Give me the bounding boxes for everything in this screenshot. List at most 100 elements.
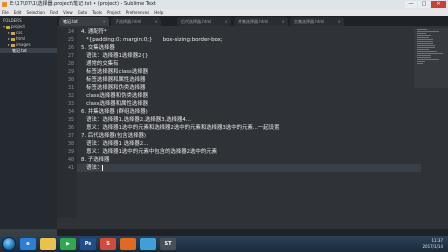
code-line[interactable]: 标签选择器和属性选择器	[77, 76, 421, 84]
taskbar-app-red[interactable]: S	[100, 238, 116, 250]
sidebar-item-images[interactable]: ▸ images	[8, 42, 31, 47]
chevron-down-icon: ▾	[3, 24, 6, 29]
chevron-right-icon: ▸	[8, 36, 11, 41]
menu-help[interactable]: Help	[154, 9, 163, 16]
code-line[interactable]: 通常的交集有	[77, 60, 421, 68]
close-tab-icon[interactable]: ×	[338, 17, 341, 26]
line-number: 29	[67, 69, 74, 75]
code-line[interactable]: 意义：选择器1选中的元素和选择器2选中的元素和选择器3选中的元素...一起设置	[77, 124, 421, 132]
maximize-button[interactable]: □	[418, 1, 430, 8]
code-line[interactable]: 7. 后代选择器(包含选择器)	[77, 132, 421, 140]
chevron-right-icon: ▸	[8, 30, 11, 35]
sidebar-item-label: 笔记.txt	[12, 48, 27, 53]
line-number: 35	[67, 117, 74, 123]
menu-goto[interactable]: Goto	[78, 9, 88, 16]
code-line[interactable]: 5. 交集选择器	[77, 44, 421, 52]
line-number: 33	[67, 101, 74, 107]
folder-icon	[11, 37, 16, 41]
sidebar-item-notes-file[interactable]: 笔记.txt	[0, 48, 57, 53]
tab-label: 并集选择器.html	[238, 19, 269, 24]
taskbar-app-photoshop[interactable]: Ps	[80, 238, 96, 250]
tab-bar: 笔记.txt × 子选择器.html × 后代选择器.html × 并集选择器.htm…	[57, 16, 448, 26]
code-line[interactable]: *{padding:0; margin:0;} box-sizing:borde…	[77, 36, 421, 44]
taskbar-app-explorer[interactable]	[40, 238, 56, 250]
code-view[interactable]: 24 25 26 27 28 29 30 31 32 33 34 35 36 3…	[57, 28, 448, 218]
sidebar-item-label: images	[16, 42, 31, 47]
line-number: 38	[67, 141, 74, 147]
chevron-right-icon: ▸	[8, 42, 11, 47]
tab-child-selector[interactable]: 子选择器.html ×	[111, 17, 161, 26]
sidebar: FOLDERS ▾ project ▸ css ▸ html ▸ images 笔记.t…	[0, 16, 57, 229]
sidebar-header-label: FOLDERS	[3, 18, 22, 23]
menu-selection[interactable]: Selection	[26, 9, 44, 16]
start-button[interactable]	[2, 237, 16, 251]
tab-label: 笔记.txt	[63, 19, 78, 24]
code-line[interactable]: 6. 并集选择器 (群组选择器)	[77, 108, 421, 116]
line-number-gutter: 24 25 26 27 28 29 30 31 32 33 34 35 36 3…	[57, 28, 77, 218]
taskbar-app-sublime[interactable]: ST	[160, 238, 176, 250]
line-number: 30	[67, 77, 74, 83]
menu-project[interactable]: Project	[107, 9, 121, 16]
sidebar-item-label: project	[11, 24, 25, 29]
line-number: 31	[67, 85, 74, 91]
sidebar-item-project[interactable]: ▾ project	[3, 24, 25, 29]
taskbar-app-firefox[interactable]	[120, 238, 136, 250]
line-number: 34	[67, 109, 74, 115]
taskbar-app-chrome[interactable]	[140, 238, 156, 250]
code-line[interactable]: 标签选择器和class选择器	[77, 68, 421, 76]
code-line[interactable]: 语法：选择器1 选择器2...	[77, 140, 421, 148]
folder-icon	[6, 25, 11, 29]
code-line[interactable]: class选择器和属性选择器	[77, 100, 421, 108]
code-line[interactable]: 意义：选择器1选中的元素中包含的选择器2选中的元素	[77, 148, 421, 156]
code-line-current[interactable]: 语法：	[77, 164, 421, 172]
code-line[interactable]: 语法：选择器1,选择器2,选择器3,选择器4...	[77, 116, 421, 124]
line-number: 25	[67, 37, 74, 43]
window-titlebar: E:\17\07\1\选择器.project\笔记.txt • (project…	[0, 0, 448, 9]
windows-taskbar: e ▶ Ps S ST 11:37 2017/1/14	[0, 236, 448, 252]
menu-edit[interactable]: Edit	[14, 9, 22, 16]
taskbar-app-media[interactable]: ▶	[60, 238, 76, 250]
clock-date: 2017/1/14	[422, 244, 443, 249]
close-tab-icon[interactable]: ×	[103, 17, 106, 26]
sidebar-item-label: css	[16, 30, 23, 35]
tab-label: 交集选择器.html	[294, 19, 325, 24]
menu-view[interactable]: View	[63, 9, 73, 16]
code-line[interactable]: 语法：选择器1选择器2{}	[77, 52, 421, 60]
editor-area: 笔记.txt × 子选择器.html × 后代选择器.html × 并集选择器.htm…	[57, 16, 448, 229]
close-button[interactable]: ✕	[431, 1, 446, 8]
sidebar-item-css[interactable]: ▸ css	[8, 30, 22, 35]
sublime-app-icon	[2, 2, 7, 7]
close-tab-icon[interactable]: ×	[225, 17, 228, 26]
line-number: 32	[67, 93, 74, 99]
menu-file[interactable]: File	[2, 9, 9, 16]
clock-time: 11:37	[431, 238, 443, 243]
tab-notes[interactable]: 笔记.txt ×	[59, 17, 109, 26]
tab-label: 子选择器.html	[115, 19, 142, 24]
menu-bar: File Edit Selection Find View Goto Tools…	[0, 9, 448, 16]
tab-descendant-selector[interactable]: 后代选择器.html ×	[177, 17, 231, 26]
window-controls: — □ ✕	[405, 1, 446, 8]
line-number: 37	[67, 133, 74, 139]
code-line[interactable]: class选择器和伪类选择器	[77, 92, 421, 100]
line-number: 41	[67, 165, 74, 171]
close-tab-icon[interactable]: ×	[155, 17, 158, 26]
close-tab-icon[interactable]: ×	[282, 17, 285, 26]
code-line[interactable]: 4. 通配符*	[77, 28, 421, 36]
code-line-text: 语法：	[81, 165, 103, 171]
menu-preferences[interactable]: Preferences	[126, 9, 150, 16]
minimize-button[interactable]: —	[405, 1, 417, 8]
window-title: E:\17\07\1\选择器.project\笔记.txt • (project…	[10, 1, 156, 7]
code-line[interactable]: 8. 子选择器	[77, 156, 421, 164]
taskbar-app-ie[interactable]: e	[20, 238, 36, 250]
menu-tools[interactable]: Tools	[92, 9, 102, 16]
menu-find[interactable]: Find	[50, 9, 58, 16]
minimap[interactable]	[414, 28, 448, 88]
code-lines[interactable]: 4. 通配符* *{padding:0; margin:0;} box-sizi…	[77, 28, 448, 218]
code-line[interactable]: 标签选择器和伪类选择器	[77, 84, 421, 92]
tab-group-selector[interactable]: 并集选择器.html ×	[234, 17, 288, 26]
tab-intersection-selector[interactable]: 交集选择器.html ×	[290, 17, 344, 26]
sidebar-item-label: html	[16, 36, 26, 41]
folder-icon	[11, 31, 16, 35]
sidebar-item-html[interactable]: ▸ html	[8, 36, 25, 41]
line-number: 36	[67, 125, 74, 131]
